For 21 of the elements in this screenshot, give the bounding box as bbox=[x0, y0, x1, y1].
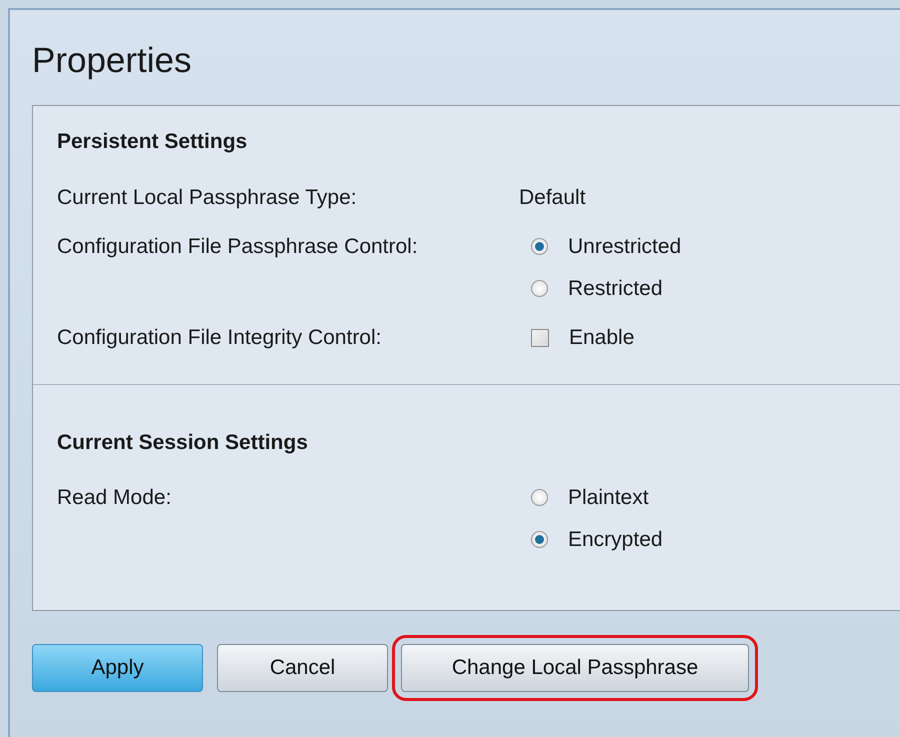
radio-button[interactable] bbox=[531, 280, 548, 297]
action-button[interactable]: Cancel bbox=[217, 644, 388, 692]
field-label: Current Local Passphrase Type: bbox=[57, 184, 358, 210]
radio-label: Unrestricted bbox=[568, 234, 682, 260]
radio-button[interactable] bbox=[531, 530, 548, 548]
field-label: Configuration File Passphrase Control: bbox=[57, 234, 419, 260]
page-title: Properties bbox=[32, 40, 193, 82]
checkbox-label: Enable bbox=[569, 325, 634, 351]
radio-label: Plaintext bbox=[568, 485, 649, 511]
field-label: Configuration File Integrity Control: bbox=[57, 325, 382, 351]
section-heading: Persistent Settings bbox=[57, 129, 248, 155]
field-label: Read Mode: bbox=[57, 485, 172, 511]
section-heading: Current Session Settings bbox=[57, 430, 309, 456]
radio-label: Encrypted bbox=[568, 526, 663, 552]
apply-button[interactable]: Apply bbox=[32, 644, 203, 692]
radio-label: Restricted bbox=[568, 276, 663, 302]
checkbox[interactable] bbox=[531, 328, 549, 347]
radio-button[interactable] bbox=[531, 238, 548, 256]
field-value: Default bbox=[519, 184, 586, 210]
action-button[interactable]: Change Local Passphrase bbox=[401, 644, 749, 692]
radio-button[interactable] bbox=[531, 489, 548, 506]
